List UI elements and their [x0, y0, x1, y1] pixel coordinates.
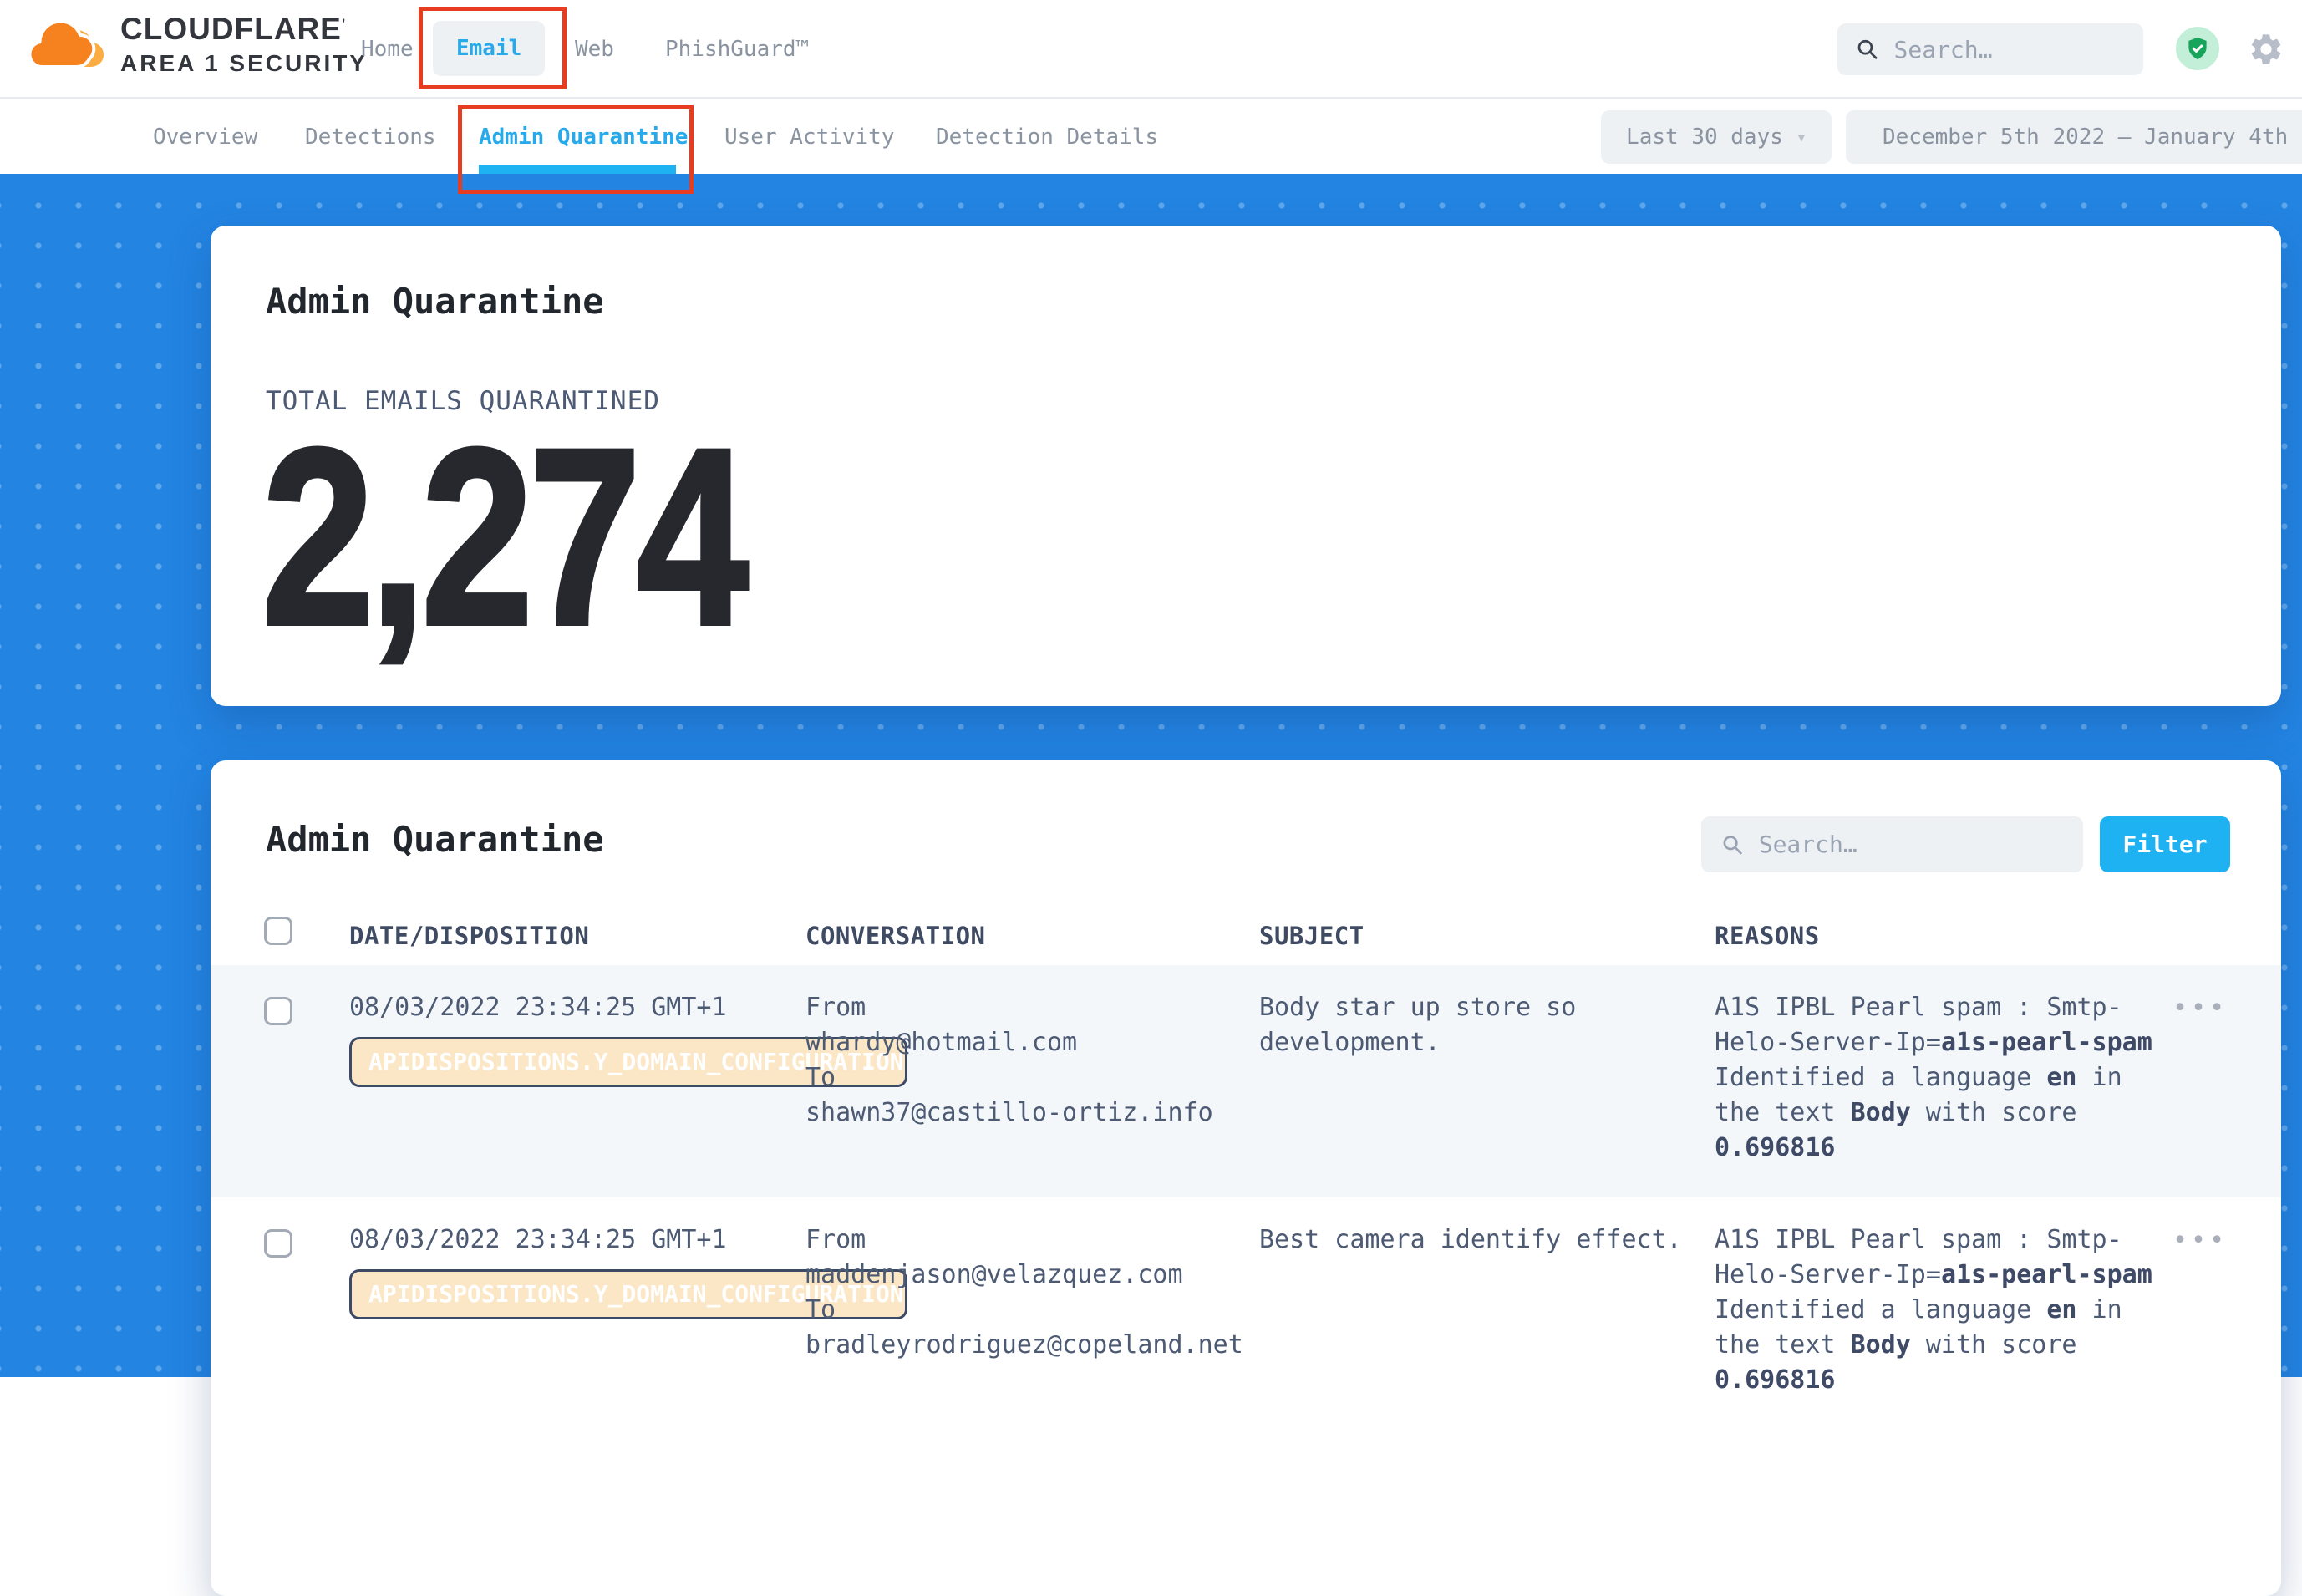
- search-icon: [1721, 832, 1744, 857]
- cloudflare-logo: CLOUDFLARE’ AREA 1 SECURITY: [23, 12, 368, 77]
- row-subject: Best camera identify effect.: [1259, 1222, 1687, 1258]
- column-header-conversation: CONVERSATION: [805, 922, 986, 950]
- column-header-subject: SUBJECT: [1259, 922, 1364, 950]
- row-conversation: From whardy@hotmail.com To shawn37@casti…: [805, 990, 1273, 1131]
- tab-admin-quarantine[interactable]: Admin Quarantine: [479, 100, 688, 174]
- table-row: 08/03/2022 23:34:25 GMT+1 APIDISPOSITION…: [211, 965, 2281, 1197]
- metric-value: 2,274: [262, 411, 744, 662]
- nav-item-email[interactable]: Email: [433, 21, 545, 76]
- to-email: bradleyrodriguez@copeland.net: [805, 1328, 1273, 1363]
- logo-text: CLOUDFLARE’ AREA 1 SECURITY: [120, 12, 368, 77]
- from-email: maddenjason@velazquez.com: [805, 1258, 1273, 1293]
- nav-item-phishguard[interactable]: PhishGuard™: [665, 0, 809, 99]
- row-reasons: A1S IPBL Pearl spam : Smtp-Helo-Server-I…: [1715, 990, 2170, 1166]
- filter-button[interactable]: Filter: [2100, 816, 2230, 872]
- active-tab-underline: [479, 165, 676, 174]
- from-label: From: [805, 990, 1273, 1025]
- tab-user-activity[interactable]: User Activity: [724, 100, 895, 174]
- protection-status-badge[interactable]: [2176, 27, 2219, 70]
- date-range-button[interactable]: December 5th 2022 — January 4th 2023: [1846, 110, 2302, 164]
- table-search-input[interactable]: [1759, 831, 2063, 858]
- summary-card: Admin Quarantine TOTAL EMAILS QUARANTINE…: [211, 226, 2281, 706]
- row-date: 08/03/2022 23:34:25 GMT+1: [349, 1222, 727, 1258]
- tab-overview[interactable]: Overview: [153, 100, 257, 174]
- global-search[interactable]: [1837, 23, 2143, 75]
- period-dropdown[interactable]: Last 30 days ▾: [1601, 110, 1832, 164]
- summary-card-title: Admin Quarantine: [266, 281, 604, 322]
- quarantine-table-card: Admin Quarantine Filter DATE/DISPOSITION…: [211, 760, 2281, 1596]
- tab-detections[interactable]: Detections: [305, 100, 436, 174]
- nav-item-home[interactable]: Home: [361, 0, 414, 99]
- global-search-input[interactable]: [1893, 36, 2125, 64]
- column-header-date: DATE/DISPOSITION: [349, 922, 589, 950]
- shield-check-icon: [2185, 36, 2210, 61]
- row-checkbox[interactable]: [264, 997, 292, 1025]
- settings-button[interactable]: [2248, 31, 2284, 68]
- table-card-title: Admin Quarantine: [266, 819, 604, 860]
- to-label: To: [805, 1293, 1273, 1328]
- to-email: shawn37@castillo-ortiz.info: [805, 1095, 1273, 1131]
- row-date: 08/03/2022 23:34:25 GMT+1: [349, 990, 727, 1025]
- table-header: DATE/DISPOSITION CONVERSATION SUBJECT RE…: [211, 898, 2281, 965]
- brand-name: CLOUDFLARE’: [120, 12, 368, 47]
- nav-item-web[interactable]: Web: [575, 0, 614, 99]
- row-menu-button[interactable]: •••: [2172, 1226, 2228, 1255]
- gear-icon: [2248, 31, 2284, 68]
- brand-subtitle: AREA 1 SECURITY: [120, 50, 368, 77]
- cloudflare-cloud-icon: [23, 12, 107, 74]
- page-canvas: Admin Quarantine TOTAL EMAILS QUARANTINE…: [0, 174, 2302, 1377]
- email-section-tabs: Overview Detections Admin Quarantine Use…: [0, 100, 2302, 174]
- select-all-checkbox[interactable]: [264, 917, 292, 945]
- tab-detection-details[interactable]: Detection Details: [936, 100, 1158, 174]
- top-bar: CLOUDFLARE’ AREA 1 SECURITY Home Email W…: [0, 0, 2302, 99]
- date-range-label: December 5th 2022 — January 4th 2023: [1883, 125, 2302, 150]
- row-menu-button[interactable]: •••: [2172, 994, 2228, 1023]
- to-label: To: [805, 1060, 1273, 1095]
- table-body: 08/03/2022 23:34:25 GMT+1 APIDISPOSITION…: [211, 965, 2281, 1430]
- column-header-reasons: REASONS: [1715, 922, 1820, 950]
- row-subject: Body star up store so development.: [1259, 990, 1687, 1060]
- row-reasons: A1S IPBL Pearl spam : Smtp-Helo-Server-I…: [1715, 1222, 2170, 1398]
- period-label: Last 30 days: [1626, 125, 1783, 150]
- from-label: From: [805, 1222, 1273, 1258]
- table-row: 08/03/2022 23:34:25 GMT+1 APIDISPOSITION…: [211, 1197, 2281, 1430]
- row-conversation: From maddenjason@velazquez.com To bradle…: [805, 1222, 1273, 1363]
- brand-mark: ’: [342, 18, 346, 32]
- chevron-down-icon: ▾: [1796, 127, 1807, 147]
- search-icon: [1856, 36, 1878, 63]
- from-email: whardy@hotmail.com: [805, 1025, 1273, 1060]
- row-checkbox[interactable]: [264, 1229, 292, 1258]
- table-search[interactable]: [1701, 816, 2083, 872]
